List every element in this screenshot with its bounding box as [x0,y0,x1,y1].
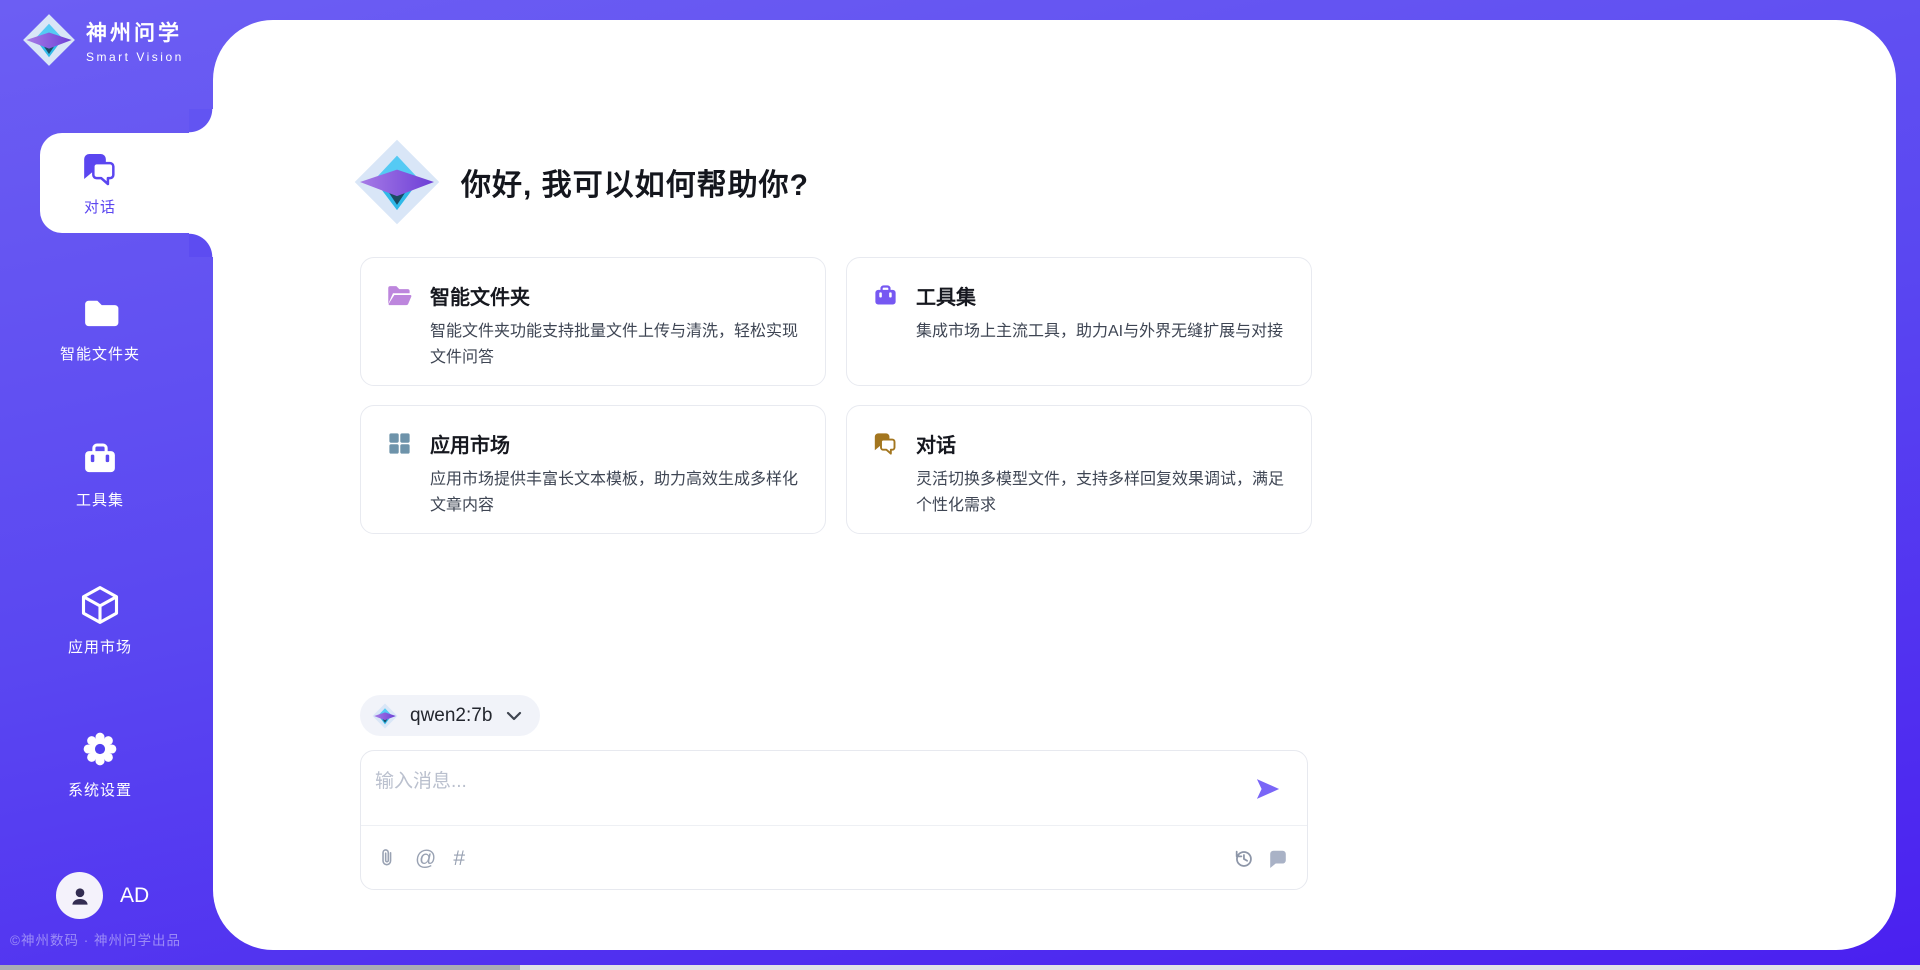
sidebar-item-folders[interactable]: 智能文件夹 [0,292,200,364]
attach-icon[interactable] [377,847,398,869]
grid-icon [386,430,413,457]
model-selector[interactable]: qwen2:7b [360,695,540,736]
tab-fillet-top [189,109,214,133]
brand-logo-row: 神州问学 Smart Vision [22,13,184,67]
message-composer: @ # [360,750,1308,890]
card-title: 应用市场 [430,429,510,458]
sidebar-item-label: 应用市场 [68,636,132,657]
card-app-market[interactable]: 应用市场 应用市场提供丰富长文本模板，助力高效生成多样化文章内容 [360,405,826,534]
message-input[interactable] [375,763,1225,801]
chat-bubble-icon[interactable] [1267,847,1289,870]
card-description: 灵活切换多模型文件，支持多样回复效果调试，满足个性化需求 [916,467,1285,520]
chat-icon [872,430,899,457]
scrollbar-thumb[interactable] [0,965,520,970]
card-chat[interactable]: 对话 灵活切换多模型文件，支持多样回复效果调试，满足个性化需求 [846,405,1312,534]
copyright-text: ©神州数码 · 神州问学出品 [10,929,181,949]
topic-icon[interactable]: # [453,848,465,869]
gem-logo-icon [372,703,398,729]
user-avatar-icon [67,883,93,909]
cube-icon [78,583,122,627]
toolbox-icon [872,282,899,309]
brand-subtitle: Smart Vision [86,50,184,64]
tab-fillet-bottom [189,233,214,257]
card-description: 应用市场提供丰富长文本模板，助力高效生成多样化文章内容 [430,467,799,520]
sidebar-item-tools[interactable]: 工具集 [0,438,200,510]
sidebar-item-label: 工具集 [76,489,124,510]
app-window: 神州问学 Smart Vision 对话 智能文件夹 [0,0,1920,970]
card-toolset[interactable]: 工具集 集成市场上主流工具，助力AI与外界无缝扩展与对接 [846,257,1312,386]
chat-icon [80,149,120,189]
send-icon[interactable] [1254,775,1282,803]
sidebar-item-label: 智能文件夹 [60,343,140,364]
gear-icon [79,728,121,770]
chevron-down-icon [504,706,524,726]
composer-divider [361,825,1307,826]
horizontal-scrollbar[interactable] [0,965,1920,970]
sidebar-item-settings[interactable]: 系统设置 [0,728,200,800]
user-profile[interactable]: AD [56,872,149,919]
history-icon[interactable] [1233,848,1254,869]
folder-icon [79,292,121,334]
feature-cards: 智能文件夹 智能文件夹功能支持批量文件上传与清洗，轻松实现文件问答 工具集 集成… [360,257,1312,534]
card-smart-folders[interactable]: 智能文件夹 智能文件夹功能支持批量文件上传与清洗，轻松实现文件问答 [360,257,826,386]
avatar [56,872,103,919]
card-title: 工具集 [916,281,976,310]
sidebar-item-label: 对话 [84,196,116,217]
page-title: 你好, 我可以如何帮助你? [461,160,809,204]
greeting-row: 你好, 我可以如何帮助你? [353,138,809,226]
sidebar-item-market[interactable]: 应用市场 [0,583,200,657]
user-name: AD [120,884,149,908]
brand-name: 神州问学 [86,17,184,47]
gem-logo-icon [22,13,76,67]
card-title: 智能文件夹 [430,281,530,310]
mention-icon[interactable]: @ [415,848,436,869]
toolbox-icon [79,438,121,480]
sidebar-item-label: 系统设置 [68,779,132,800]
gem-logo-icon [353,138,441,226]
sidebar-item-chat[interactable]: 对话 [40,133,214,233]
card-description: 智能文件夹功能支持批量文件上传与清洗，轻松实现文件问答 [430,319,799,372]
card-description: 集成市场上主流工具，助力AI与外界无缝扩展与对接 [916,319,1285,345]
folder-open-icon [386,282,413,309]
card-title: 对话 [916,429,956,458]
model-name: qwen2:7b [410,705,492,727]
